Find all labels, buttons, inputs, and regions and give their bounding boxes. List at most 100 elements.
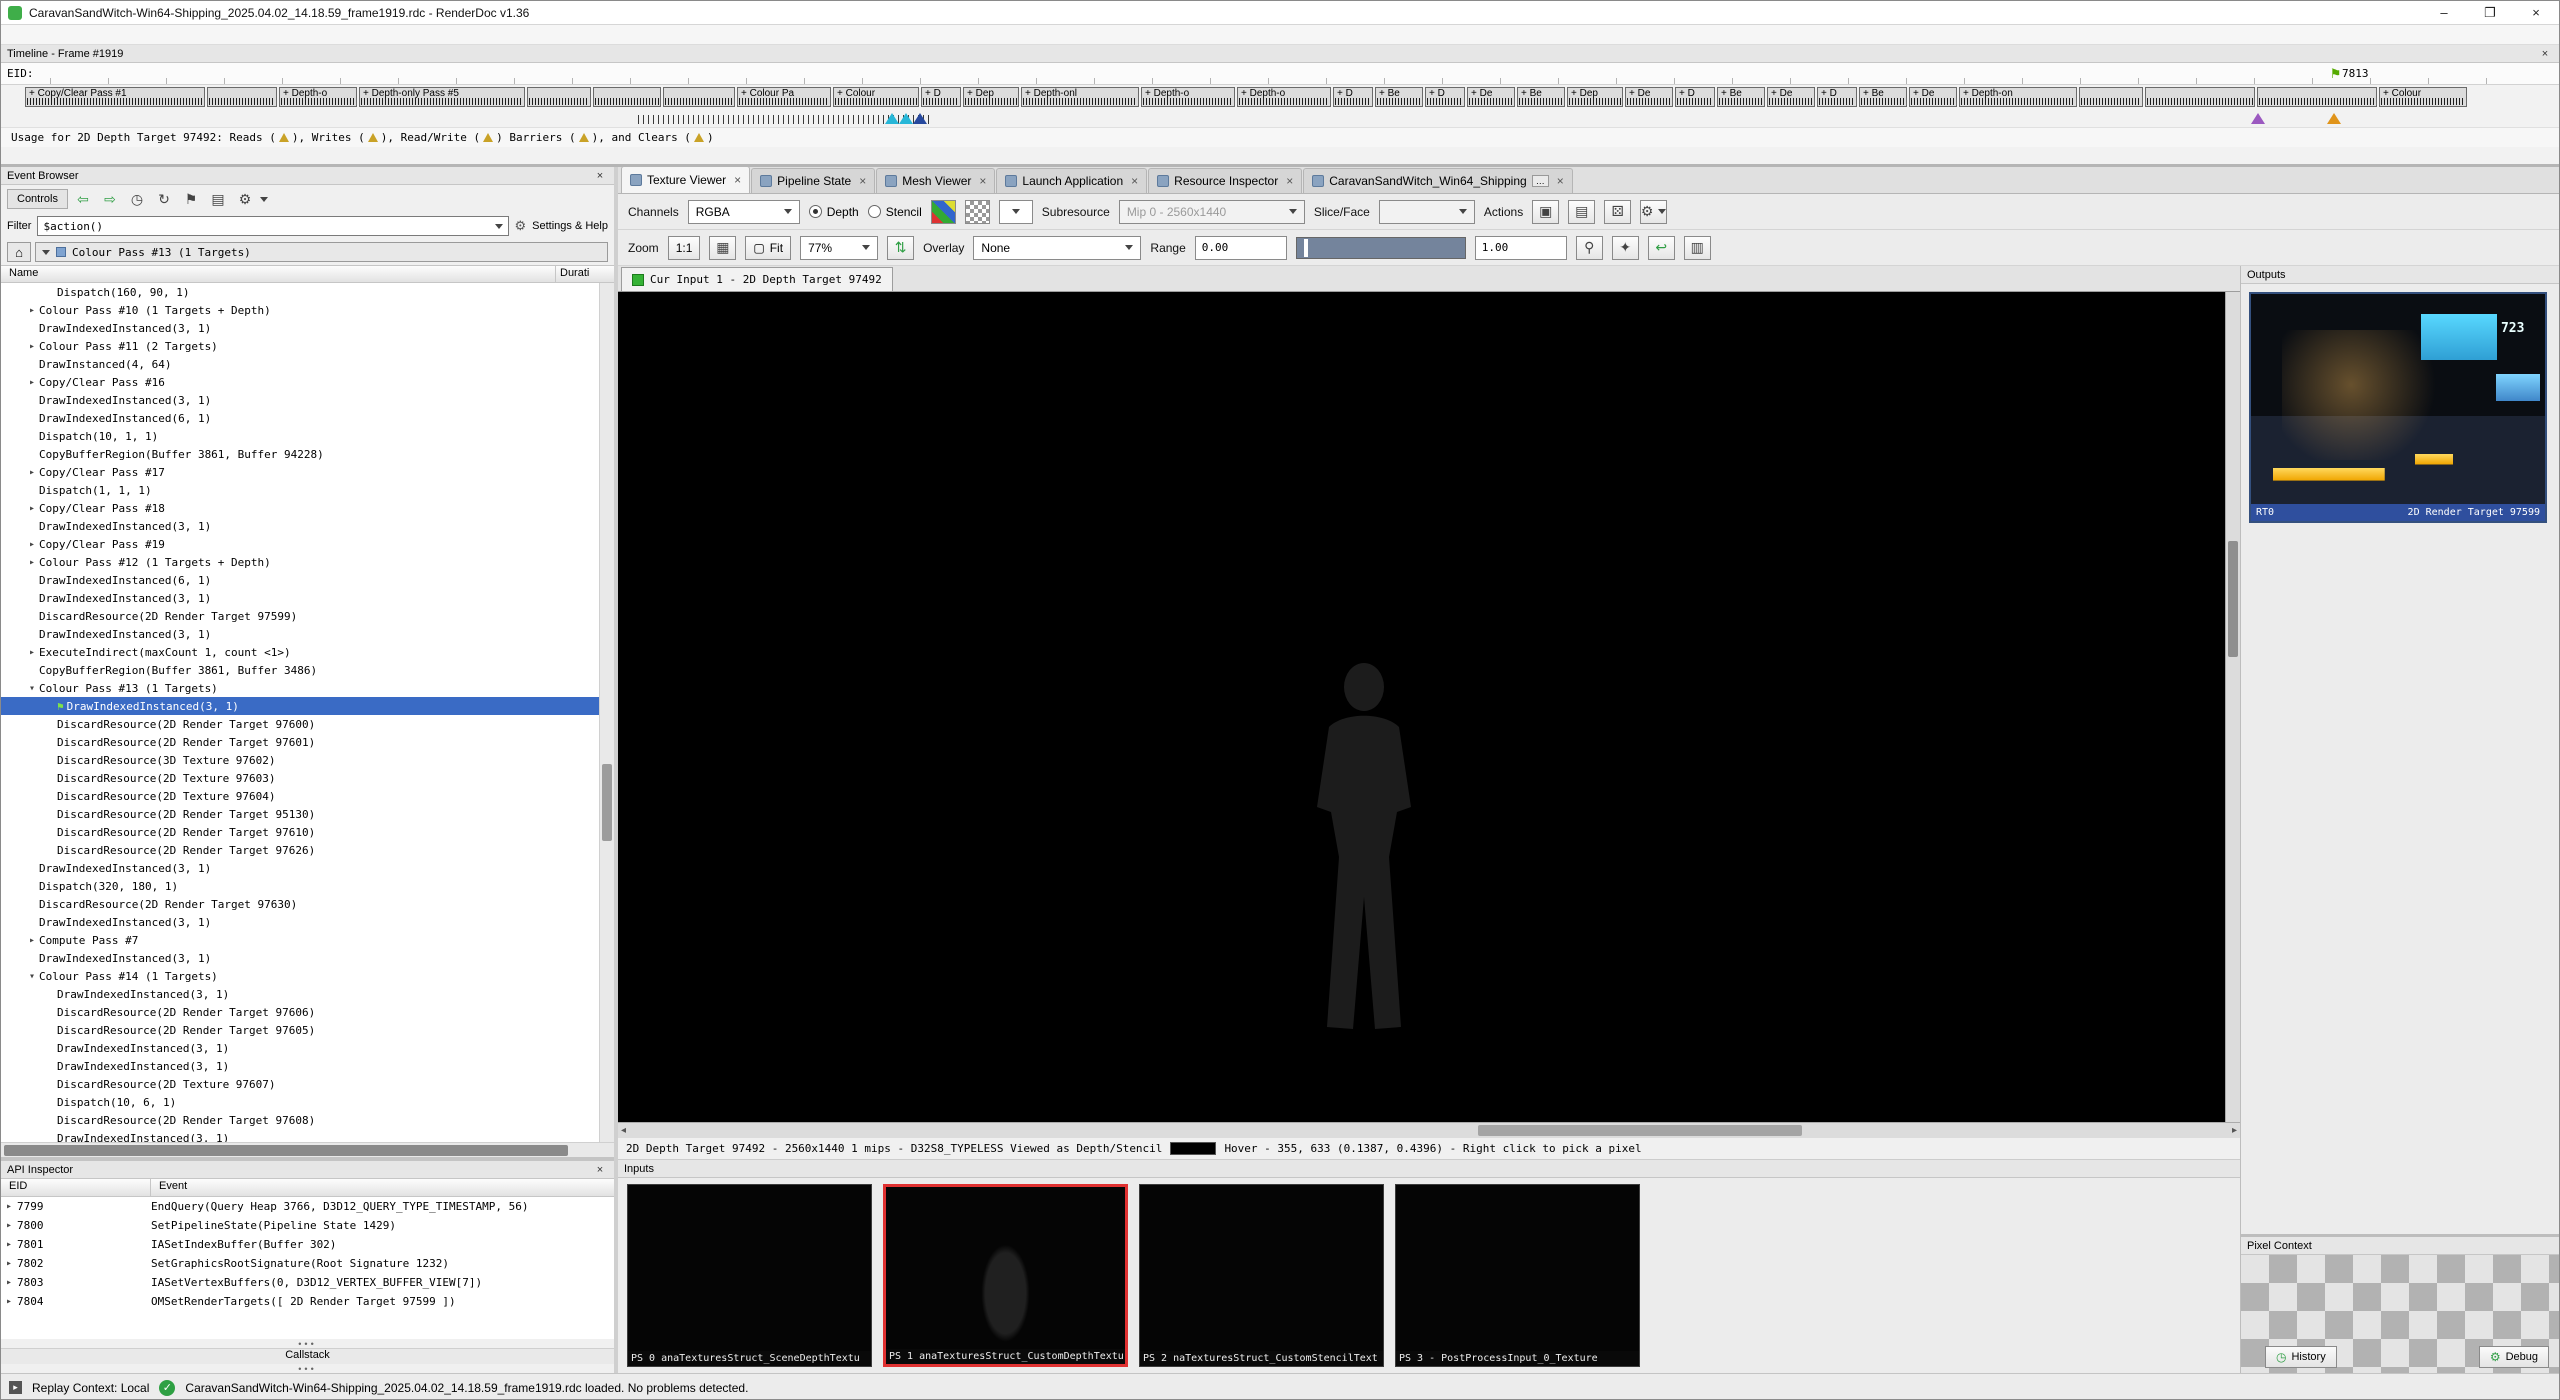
flip-y-icon[interactable]: ⇅ [887, 236, 914, 260]
event-row[interactable]: ⚑ Dispatch(1, 1, 1) [1, 481, 599, 499]
maximize-button[interactable]: ❐ [2467, 1, 2513, 24]
timeline-pass-block[interactable]: + Be [1517, 87, 1565, 107]
reset-range-icon[interactable]: ↩ [1648, 236, 1675, 260]
timeline-pass-block[interactable] [2079, 87, 2143, 107]
depth-radio[interactable]: Depth [809, 205, 859, 219]
prev-action-icon[interactable]: ⇦ [71, 188, 95, 210]
event-row[interactable]: ▸ ⚑ Colour Pass #11 (2 Targets) [1, 337, 599, 355]
event-row[interactable]: ⚑ CopyBufferRegion(Buffer 3861, Buffer 9… [1, 445, 599, 463]
event-row[interactable]: ⚑ DrawIndexedInstanced(3, 1) [1, 1057, 599, 1075]
event-row[interactable]: ⚑ DiscardResource(3D Texture 97602) [1, 751, 599, 769]
event-row[interactable]: ⚑ Dispatch(320, 180, 1) [1, 877, 599, 895]
refresh-icon[interactable]: ↻ [152, 188, 176, 210]
export-icon[interactable]: ▤ [206, 188, 230, 210]
splitter-handle[interactable]: ••• [1, 1364, 614, 1373]
tab-close-icon[interactable]: × [1557, 174, 1564, 188]
input-thumbnail[interactable]: PS 0 anaTexturesStruct_SceneDepthTextu [627, 1184, 872, 1367]
breadcrumb-dropdown-icon[interactable] [42, 250, 50, 255]
scrollbar-thumb[interactable] [602, 764, 612, 841]
expand-arrow-icon[interactable]: ▸ [25, 467, 39, 478]
event-row[interactable]: ⚑ DrawIndexedInstanced(6, 1) [1, 409, 599, 427]
event-row[interactable]: ⚑ Dispatch(160, 90, 1) [1, 283, 599, 301]
event-row[interactable]: ⚑ DrawIndexedInstanced(3, 1) [1, 985, 599, 1003]
range-max-input[interactable]: 1.00 [1475, 236, 1567, 260]
event-row[interactable]: ▸ ⚑ Copy/Clear Pass #18 [1, 499, 599, 517]
event-row[interactable]: ▸ ⚑ Compute Pass #7 [1, 931, 599, 949]
scroll-right-arrow-icon[interactable]: ▸ [2232, 1125, 2237, 1136]
eid-column-header[interactable]: EID [1, 1179, 151, 1196]
event-row[interactable]: ⚑ DrawIndexedInstanced(3, 1) [1, 913, 599, 931]
texture-vertical-scrollbar[interactable] [2225, 292, 2240, 1122]
timeline-pass-block[interactable]: + Colour [2379, 87, 2467, 107]
timeline-pass-block[interactable]: + De [1625, 87, 1673, 107]
event-row[interactable]: ⚑ DiscardResource(2D Render Target 95130… [1, 805, 599, 823]
timeline-pass-block[interactable]: + Depth-onl [1021, 87, 1139, 107]
replay-context-icon[interactable]: ▸ [9, 1381, 22, 1394]
zoom-1to1-button[interactable]: 1:1 [668, 236, 701, 260]
timeline-pass-block[interactable]: + Depth-on [1959, 87, 2077, 107]
output-thumbnail[interactable]: 723 RT0 2D Render Target 97599 [2249, 292, 2547, 523]
expand-arrow-icon[interactable]: ▸ [25, 503, 39, 514]
timeline-pass-block[interactable]: + Dep [963, 87, 1019, 107]
event-row[interactable]: ⚑ DiscardResource(2D Render Target 97601… [1, 733, 599, 751]
expand-arrow-icon[interactable]: ▸ [1, 1201, 17, 1212]
event-row[interactable]: ⚑ DrawInstanced(4, 64) [1, 355, 599, 373]
api-call-row[interactable]: ▸ 7804 OMSetRenderTargets([ 2D Render Ta… [1, 1292, 614, 1311]
event-row[interactable]: ⚑ DrawIndexedInstanced(3, 1) [1, 589, 599, 607]
usage-marker-icon[interactable] [899, 113, 913, 124]
event-row[interactable]: ⚑ DiscardResource(2D Render Target 97630… [1, 895, 599, 913]
histogram-icon[interactable]: ▥ [1684, 236, 1711, 260]
usage-marker-icon[interactable] [885, 113, 899, 124]
event-row[interactable]: ▸ ⚑ Copy/Clear Pass #16 [1, 373, 599, 391]
event-row[interactable]: ⚑ DiscardResource(2D Render Target 97606… [1, 1003, 599, 1021]
event-row[interactable]: ▾ ⚑ Colour Pass #14 (1 Targets) [1, 967, 599, 985]
timeline-pass-block[interactable]: + Be [1859, 87, 1907, 107]
timeline-pass-block[interactable] [2145, 87, 2255, 107]
event-column-header[interactable]: Event [151, 1179, 614, 1196]
tab-overflow-button[interactable]: … [1532, 175, 1549, 187]
timeline-pass-block[interactable]: + Be [1375, 87, 1423, 107]
usage-marker-icon[interactable] [913, 113, 927, 124]
debug-pixel-button[interactable]: ⚙ Debug [2479, 1346, 2549, 1368]
current-texture-tab[interactable]: Cur Input 1 - 2D Depth Target 97492 [621, 267, 893, 291]
timeline-pass-block[interactable]: + Depth-o [1237, 87, 1331, 107]
stencil-radio[interactable]: Stencil [868, 205, 922, 219]
tab-close-icon[interactable]: × [734, 173, 741, 187]
api-call-row[interactable]: ▸ 7801 IASetIndexBuffer(Buffer 302) [1, 1235, 614, 1254]
timeline-pass-block[interactable]: + D [1817, 87, 1857, 107]
timeline-pass-block[interactable]: + De [1467, 87, 1515, 107]
timeline-close-icon[interactable]: × [2537, 48, 2553, 60]
timeline-pass-block[interactable]: + Depth-only Pass #5 [359, 87, 525, 107]
document-tab[interactable]: Resource Inspector × [1148, 168, 1302, 193]
expand-arrow-icon[interactable]: ▸ [1, 1220, 17, 1231]
timeline-pass-block[interactable]: + Dep [1567, 87, 1623, 107]
event-tree-vertical-scrollbar[interactable] [599, 283, 614, 1142]
event-row[interactable]: ⚑ DrawIndexedInstanced(3, 1) [1, 517, 599, 535]
timeline-pass-block[interactable] [593, 87, 661, 107]
settings-help-link[interactable]: Settings & Help [532, 220, 608, 232]
event-tree-horizontal-scrollbar[interactable] [1, 1142, 614, 1157]
timeline-pass-block[interactable]: + D [1675, 87, 1715, 107]
expand-arrow-icon[interactable]: ▸ [25, 305, 39, 316]
timeline-pass-block[interactable]: + Colour Pa [737, 87, 831, 107]
replay-context-label[interactable]: Replay Context: Local [32, 1381, 149, 1395]
channels-dropdown[interactable]: RGBA [688, 200, 800, 224]
usage-marker-icon[interactable] [2251, 113, 2265, 124]
expand-arrow-icon[interactable]: ▸ [25, 377, 39, 388]
event-browser-close-icon[interactable]: × [592, 170, 608, 182]
event-row[interactable]: ⚑ DiscardResource(2D Render Target 97610… [1, 823, 599, 841]
event-row[interactable]: ⚑ DiscardResource(2D Texture 97604) [1, 787, 599, 805]
timeline-pass-block[interactable]: + Depth-o [1141, 87, 1235, 107]
usage-marker-icon[interactable] [2327, 113, 2341, 124]
close-button[interactable]: × [2513, 1, 2559, 24]
event-row[interactable]: ⚑ Dispatch(10, 6, 1) [1, 1093, 599, 1111]
timeline-pass-block[interactable]: + D [921, 87, 961, 107]
timeline-pass-block[interactable]: + De [1767, 87, 1815, 107]
event-row[interactable]: ⚑ DiscardResource(2D Texture 97607) [1, 1075, 599, 1093]
resource-list-icon[interactable]: ▤ [1568, 200, 1595, 224]
api-call-row[interactable]: ▸ 7799 EndQuery(Query Heap 3766, D3D12_Q… [1, 1197, 614, 1216]
gear-icon[interactable]: ⚙ [1640, 200, 1667, 224]
expand-arrow-icon[interactable]: ▾ [25, 971, 39, 982]
subresource-dropdown[interactable]: Mip 0 - 2560x1440 [1119, 200, 1305, 224]
range-slider[interactable] [1296, 237, 1466, 259]
